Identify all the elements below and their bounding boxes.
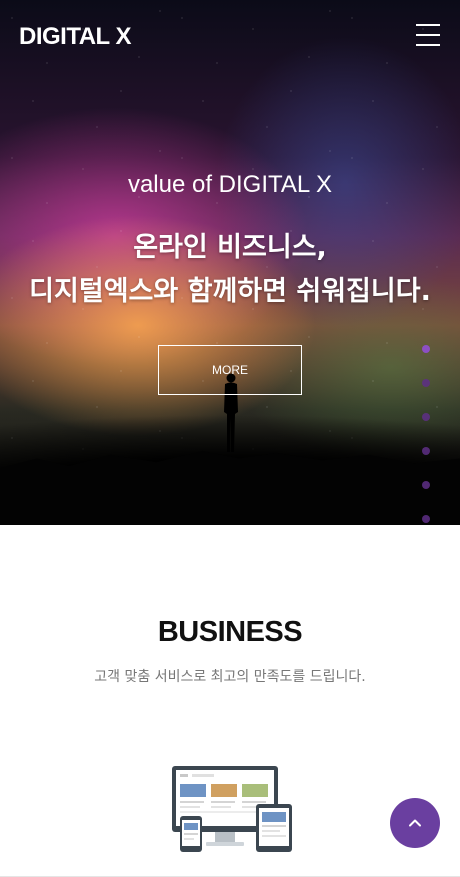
slide-dot-2[interactable]	[422, 379, 430, 387]
hero-title: 온라인 비즈니스, 디지털엑스와 함께하면 쉬워집니다.	[0, 226, 460, 314]
chevron-up-icon	[409, 819, 421, 827]
hero-section: DIGITAL X value of DIGITAL X 온라인 비즈니스, 디…	[0, 0, 460, 525]
hero-subtitle: value of DIGITAL X	[127, 171, 333, 198]
site-header: DIGITAL X	[0, 0, 460, 72]
slide-pager	[422, 345, 430, 525]
slide-dot-4[interactable]	[422, 447, 430, 455]
responsive-devices-icon	[172, 766, 292, 852]
scroll-top-button[interactable]	[390, 798, 440, 848]
slide-dot-5[interactable]	[422, 481, 430, 489]
slide-dot-6[interactable]	[422, 515, 430, 523]
hamburger-menu-icon[interactable]	[416, 24, 440, 46]
hero-title-line-1: 온라인 비즈니스,	[133, 232, 327, 263]
site-logo[interactable]: DIGITAL X	[19, 23, 131, 51]
business-title: BUSINESS	[157, 616, 303, 648]
hero-title-line-2: 디지털엑스와 함께하면 쉬워집니다.	[29, 276, 431, 307]
more-button[interactable]: MORE	[158, 345, 302, 395]
slide-dot-3[interactable]	[422, 413, 430, 421]
slide-dot-1[interactable]	[422, 345, 430, 353]
business-description: 고객 맞춤 서비스로 최고의 만족도를 드립니다.	[94, 669, 366, 685]
